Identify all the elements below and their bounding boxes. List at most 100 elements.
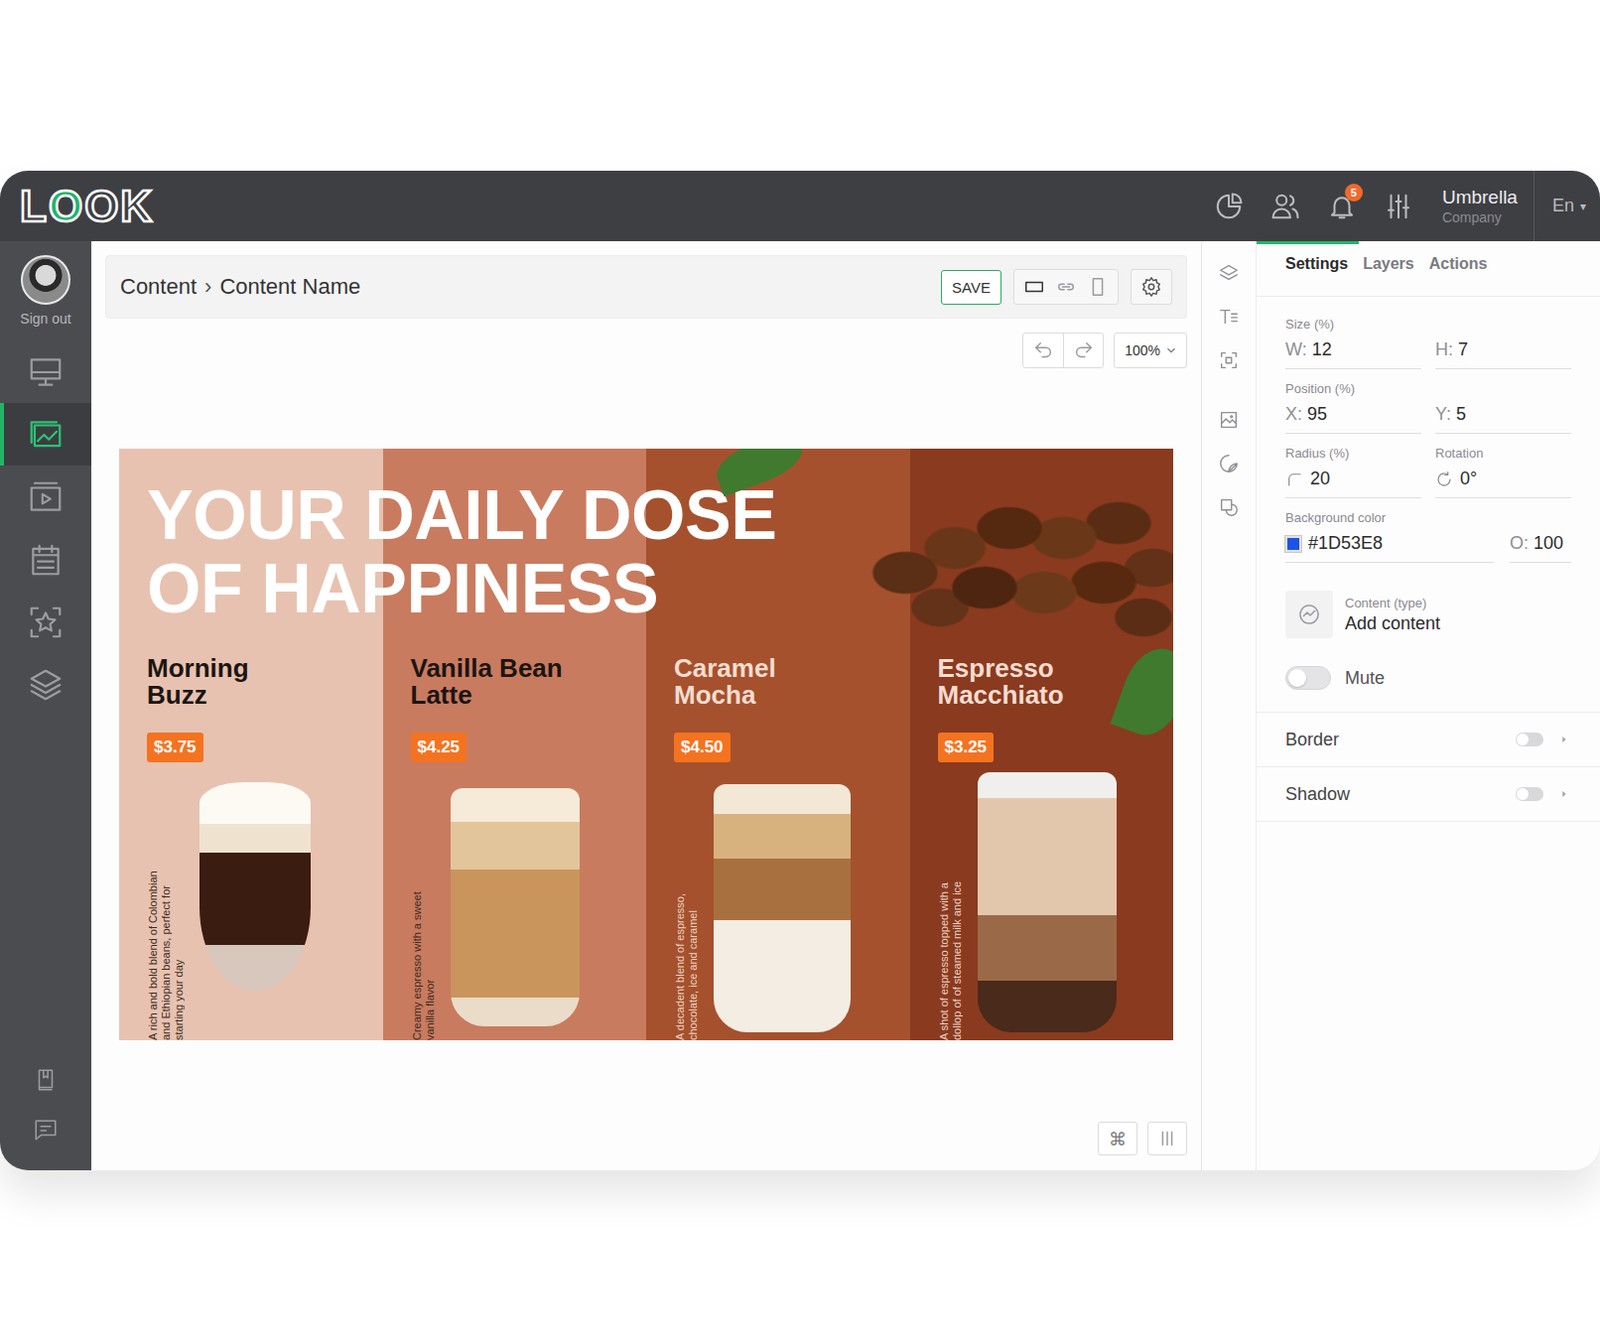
properties-panel: SettingsLayersActionsSize (%)W:12H:7Posi… <box>1256 241 1600 1171</box>
star-frame-icon <box>26 603 65 642</box>
sidebar-item[interactable] <box>0 340 92 403</box>
settings-button[interactable] <box>1130 268 1173 305</box>
shapes-tool[interactable] <box>1214 495 1243 520</box>
image-tool[interactable] <box>1214 407 1243 432</box>
property-fields: #1D53E8 O:100 <box>1285 531 1572 563</box>
bell-button[interactable]: 5 <box>1325 189 1359 224</box>
company-name: Umbrella <box>1442 186 1518 210</box>
language-label: En <box>1552 195 1575 217</box>
toggle-knob <box>1516 788 1529 800</box>
opacity-field[interactable]: O:100 <box>1509 531 1572 563</box>
sidebar-item[interactable] <box>0 528 92 591</box>
property-group: Size (%)W:12H:7 <box>1285 316 1572 370</box>
toggle-switch[interactable] <box>1515 787 1544 801</box>
analytics-button[interactable] <box>1211 189 1246 224</box>
orientation-option[interactable] <box>1081 269 1114 304</box>
layers-tool[interactable] <box>1214 261 1243 285</box>
menu-item-body: A rich and bold blend of Colombian and E… <box>146 772 372 1041</box>
sidebar-item[interactable] <box>0 590 92 654</box>
logo-letter: K <box>120 184 153 229</box>
property-group: Radius (%)20Rotation0° <box>1285 445 1572 499</box>
avatar <box>20 255 71 305</box>
focus-icon <box>1217 349 1240 372</box>
panel-tab[interactable]: Settings <box>1285 255 1348 296</box>
sign-out-label: Sign out <box>19 310 71 327</box>
property-field[interactable]: 0° <box>1435 466 1572 499</box>
caret-icon: ▾ <box>1580 199 1587 214</box>
company-switcher[interactable]: UmbrellaCompany <box>1442 170 1534 242</box>
sliders-button[interactable] <box>1381 189 1416 224</box>
layers-icon <box>1217 262 1240 284</box>
toggle-switch[interactable] <box>1515 732 1544 747</box>
color-swatch[interactable] <box>1285 535 1302 552</box>
field-prefix: H: <box>1435 339 1454 361</box>
sidebar-item[interactable] <box>0 465 92 529</box>
property-field[interactable]: X:95 <box>1285 401 1422 434</box>
user-menu[interactable]: Sign out <box>0 255 92 327</box>
focus-tool[interactable] <box>1214 348 1243 373</box>
users-button[interactable] <box>1268 189 1303 224</box>
property-field[interactable]: Y:5 <box>1435 401 1572 434</box>
shortcuts-button[interactable]: ⌘ <box>1097 1121 1138 1156</box>
headline-line: OF HAPPINESS <box>146 551 777 626</box>
calendar-icon <box>26 540 65 579</box>
sidebar-item[interactable] <box>0 653 92 716</box>
breadcrumb-item[interactable]: Content <box>120 273 197 300</box>
section-label: Border <box>1285 729 1516 751</box>
text-tool[interactable] <box>1214 304 1243 329</box>
section-label: Shadow <box>1285 784 1516 805</box>
sidebar-item[interactable] <box>0 1104 92 1155</box>
columns-icon <box>1156 1127 1179 1150</box>
breadcrumb-separator: › <box>204 273 212 300</box>
workspace: Sign out Content › Content Name SAVE 100% Morn… <box>0 241 1600 1171</box>
undo-button[interactable] <box>1023 333 1064 368</box>
logo-letter: L <box>19 184 48 229</box>
save-button[interactable]: SAVE <box>940 269 1002 305</box>
design-canvas[interactable]: Morning Buzz$3.75A rich and bold blend o… <box>119 448 1174 1041</box>
section-row[interactable]: Border <box>1256 712 1600 768</box>
zoom-select[interactable]: 100% <box>1113 332 1188 369</box>
redo-button[interactable] <box>1063 333 1103 368</box>
topbar-actions: 5 UmbrellaCompany En ▾ <box>1211 170 1600 242</box>
panel-tabs: Settings Layers Actions <box>1256 241 1600 297</box>
language-select[interactable]: En ▾ <box>1533 170 1600 242</box>
top-icons: 5 <box>1211 170 1416 242</box>
toggle-knob <box>1516 733 1529 746</box>
field-value: 100 <box>1533 533 1564 554</box>
toggle-switch[interactable] <box>1285 666 1332 690</box>
breadcrumb-item[interactable]: Content Name <box>219 273 361 300</box>
property-label: Background color <box>1285 510 1572 526</box>
property-field[interactable]: 20 <box>1285 466 1422 499</box>
panel-tab[interactable]: Actions <box>1429 255 1488 296</box>
undo-icon <box>1032 339 1055 362</box>
panel-tab[interactable]: Layers <box>1362 255 1415 296</box>
color-field[interactable]: #1D53E8 <box>1285 531 1494 563</box>
portrait-icon <box>1086 275 1109 298</box>
menu-item-name: Vanilla Bean Latte <box>410 655 575 709</box>
logo[interactable]: LOOK <box>19 184 153 229</box>
content-type-picker[interactable]: Content (type)Add content <box>1285 590 1572 639</box>
menu-item-name: Espresso Macchiato <box>937 655 1102 709</box>
orientation-option[interactable] <box>1018 269 1051 304</box>
grid-button[interactable] <box>1147 1121 1188 1156</box>
sticker-tool[interactable] <box>1214 451 1243 476</box>
users-icon <box>1270 191 1301 222</box>
headline-line: YOUR DAILY DOSE <box>146 478 777 552</box>
property-label: Rotation <box>1435 445 1572 461</box>
property-field[interactable]: W:12 <box>1285 337 1422 370</box>
tab-indicator <box>1256 241 1359 245</box>
sidebar-item[interactable] <box>0 402 92 466</box>
property-field[interactable]: H:7 <box>1435 337 1572 370</box>
corner-radius-icon <box>1285 470 1304 489</box>
orientation-option[interactable] <box>1050 269 1082 304</box>
price-badge: $4.50 <box>673 732 731 763</box>
field-value: 20 <box>1310 468 1331 490</box>
field-prefix: W: <box>1285 339 1308 361</box>
property-fields: W:12 H:7 <box>1285 337 1572 370</box>
section-row[interactable]: Shadow <box>1256 767 1600 822</box>
layers-icon <box>26 666 65 704</box>
editor: Content › Content Name SAVE 100% Morning Buzz… <box>91 241 1201 1171</box>
chat-icon <box>32 1116 59 1143</box>
field-prefix: X: <box>1285 403 1303 425</box>
sidebar-item[interactable] <box>0 1055 92 1105</box>
